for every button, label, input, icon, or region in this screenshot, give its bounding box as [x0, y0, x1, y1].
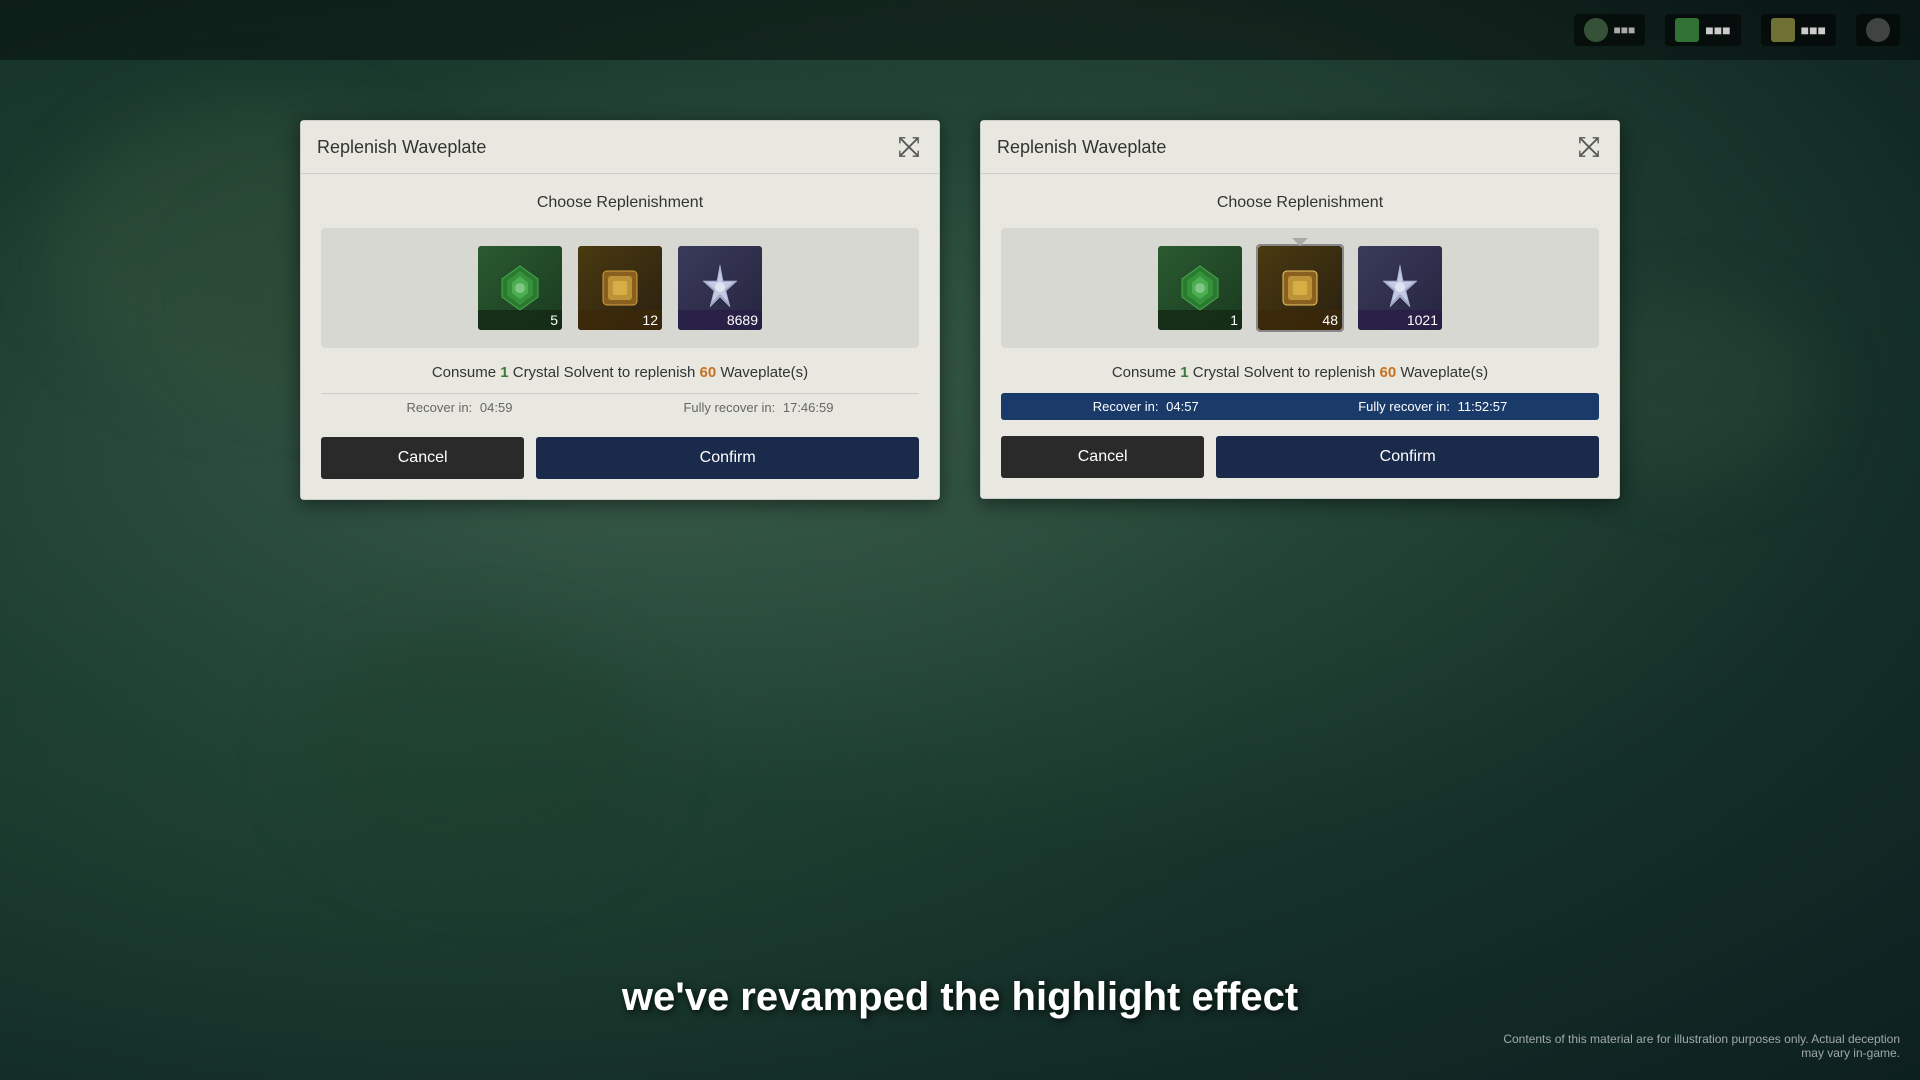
after-recover-label-text: Recover in: [1093, 399, 1159, 414]
settings-icon [1866, 18, 1890, 42]
before-dialog-buttons: Cancel Confirm [321, 425, 919, 479]
after-item-green[interactable]: 1 [1156, 244, 1244, 332]
after-dialog-body: Choose Replenishment [981, 174, 1619, 498]
before-gold-count-value: 12 [642, 312, 658, 328]
after-close-icon [1578, 136, 1600, 158]
after-consume-text: Consume 1 Crystal Solvent to replenish 6… [1001, 364, 1599, 381]
after-dialog-header: Replenish Waveplate [981, 121, 1619, 174]
after-recover-time: 04:57 [1166, 399, 1199, 414]
after-items-area: 1 [1001, 228, 1599, 348]
before-consume-amount: 1 [500, 364, 508, 381]
before-consume-waveplates: 60 [699, 364, 716, 381]
after-confirm-button[interactable]: Confirm [1216, 436, 1599, 478]
after-consume-amount: 1 [1180, 364, 1188, 381]
before-dialog-header: Replenish Waveplate [301, 121, 939, 174]
before-gold-count: 12 [578, 310, 662, 330]
after-dialog-buttons: Cancel Confirm [1001, 424, 1599, 478]
before-fully-recover-label: Fully recover in: 17:46:59 [683, 400, 833, 415]
disclaimer: Contents of this material are for illust… [1500, 1032, 1900, 1060]
before-recover-label: Recover in: 04:59 [407, 400, 513, 415]
after-star-gem-svg [1373, 261, 1427, 315]
after-dialog: Replenish Waveplate Choose Replenishment [980, 120, 1620, 499]
before-confirm-button[interactable]: Confirm [536, 437, 919, 479]
before-items-area: 5 [321, 228, 919, 348]
before-cancel-button[interactable]: Cancel [321, 437, 524, 479]
before-recover-time: 04:59 [480, 400, 513, 415]
before-recover-label-text: Recover in: [407, 400, 473, 415]
hud-currency2: ■■■ [1761, 14, 1836, 46]
before-star-count-value: 8689 [727, 312, 758, 328]
hud-profile: ■■■ [1574, 14, 1646, 46]
top-hud: ■■■ ■■■ ■■■ [0, 0, 1920, 60]
after-dialog-title: Replenish Waveplate [997, 137, 1166, 158]
after-gold-count: 48 [1258, 310, 1342, 330]
after-gold-gem-svg [1273, 261, 1327, 315]
before-consume-suffix: Waveplate(s) [716, 364, 808, 381]
after-green-gem-svg [1173, 261, 1227, 315]
after-recover-label: Recover in: 04:57 [1093, 399, 1199, 414]
after-fully-recover-label-text: Fully recover in: [1358, 399, 1450, 414]
after-cancel-button[interactable]: Cancel [1001, 436, 1204, 478]
after-green-count-value: 1 [1230, 312, 1238, 328]
after-consume-suffix: Waveplate(s) [1396, 364, 1488, 381]
before-close-button[interactable] [895, 133, 923, 161]
hud-currency1: ■■■ [1665, 14, 1740, 46]
subtitle: we've revamped the highlight effect [0, 975, 1920, 1020]
after-recovery-info: Recover in: 04:57 Fully recover in: 11:5… [1001, 393, 1599, 420]
before-item-gold[interactable]: 12 [576, 244, 664, 332]
before-star-count: 8689 [678, 310, 762, 330]
before-dialog: Replenish Waveplate Choose Replenishment [300, 120, 940, 500]
before-choose-label: Choose Replenishment [321, 194, 919, 212]
after-consume-item: Crystal Solvent to replenish [1189, 364, 1380, 381]
hud-settings[interactable] [1856, 14, 1900, 46]
currency1-icon [1675, 18, 1699, 42]
before-recovery-info: Recover in: 04:59 Fully recover in: 17:4… [321, 393, 919, 421]
profile-icon [1584, 18, 1608, 42]
before-consume-text: Consume 1 Crystal Solvent to replenish 6… [321, 364, 919, 381]
hud-level: ■■■ [1614, 23, 1636, 37]
after-consume-waveplates: 60 [1379, 364, 1396, 381]
green-gem-svg [493, 261, 547, 315]
terrain-4 [300, 630, 650, 880]
before-item-green[interactable]: 5 [476, 244, 564, 332]
before-green-count: 5 [478, 310, 562, 330]
hud-currency2-value: ■■■ [1801, 22, 1826, 38]
before-green-count-value: 5 [550, 312, 558, 328]
after-star-count: 1021 [1358, 310, 1442, 330]
before-dialog-body: Choose Replenishment [301, 174, 939, 499]
after-star-count-value: 1021 [1407, 312, 1438, 328]
before-fully-recover-label-text: Fully recover in: [683, 400, 775, 415]
after-fully-recover-time: 11:52:57 [1458, 399, 1508, 414]
before-close-icon [898, 136, 920, 158]
before-consume-prefix: Consume [432, 364, 500, 381]
before-dialog-title: Replenish Waveplate [317, 137, 486, 158]
after-item-gold[interactable]: 48 [1256, 244, 1344, 332]
after-gold-count-value: 48 [1322, 312, 1338, 328]
before-consume-item: Crystal Solvent to replenish [509, 364, 700, 381]
currency2-icon [1771, 18, 1795, 42]
before-fully-recover-time: 17:46:59 [783, 400, 834, 415]
after-item-star[interactable]: 1021 [1356, 244, 1444, 332]
after-consume-prefix: Consume [1112, 364, 1180, 381]
star-gem-svg [693, 261, 747, 315]
hud-currency1-value: ■■■ [1705, 22, 1730, 38]
after-fully-recover-label: Fully recover in: 11:52:57 [1358, 399, 1507, 414]
before-item-star[interactable]: 8689 [676, 244, 764, 332]
after-green-count: 1 [1158, 310, 1242, 330]
gold-gem-svg [593, 261, 647, 315]
after-close-button[interactable] [1575, 133, 1603, 161]
after-choose-label: Choose Replenishment [1001, 194, 1599, 212]
